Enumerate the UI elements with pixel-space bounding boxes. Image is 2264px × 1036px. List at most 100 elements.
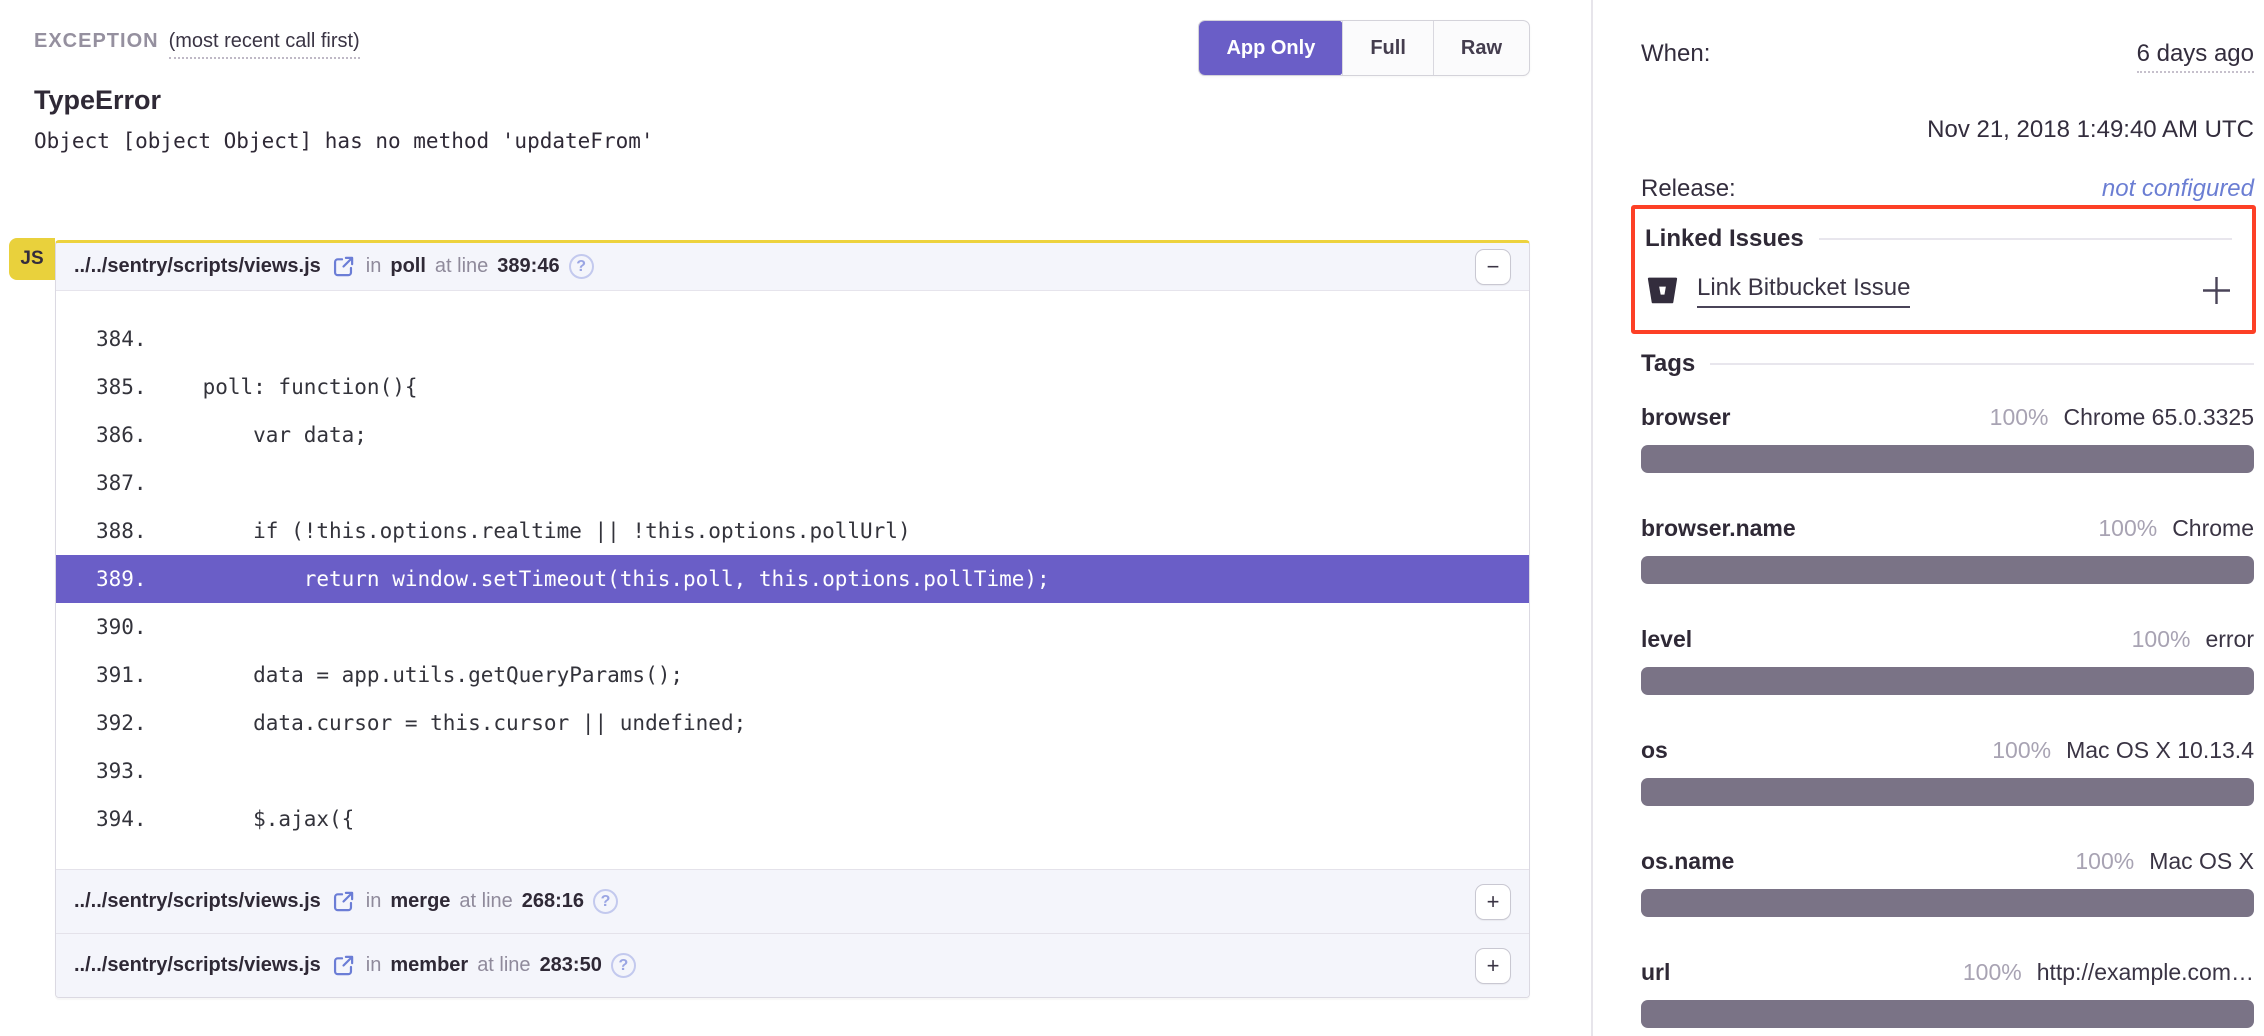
tag-value-group: 100%Mac OS X [2075, 848, 2254, 875]
tag-key: os [1641, 737, 1668, 764]
tag-level: level100%error [1641, 626, 2254, 695]
at-line-label: at line [435, 255, 488, 278]
tag-percent: 100% [1963, 959, 2022, 986]
collapse-frame-button[interactable]: − [1475, 249, 1511, 285]
line-source: poll: function(){ [152, 375, 418, 399]
stack-frame-merge: ../../sentry/scripts/views.js in merge a… [56, 869, 1529, 933]
tag-percent: 100% [1990, 404, 2049, 431]
when-relative-time[interactable]: 6 days ago [2137, 40, 2254, 73]
frame-lineno: 268:16 [522, 890, 584, 913]
tag-key: os.name [1641, 848, 1734, 875]
line-source: if (!this.options.realtime || !this.opti… [152, 519, 911, 543]
stack-frames-container: ../../sentry/scripts/views.js in poll at… [55, 240, 1530, 998]
expand-frame-button[interactable]: + [1475, 948, 1511, 984]
exception-section: EXCEPTION (most recent call first) App O… [34, 20, 1530, 998]
tags-section: Tags browser100%Chrome 65.0.3325browser.… [1641, 350, 2254, 1028]
link-bitbucket-issue-link[interactable]: Link Bitbucket Issue [1697, 274, 1910, 308]
link-bitbucket-row: Link Bitbucket Issue [1645, 273, 2232, 308]
in-label: in [366, 954, 382, 977]
line-number: 386. [96, 423, 152, 447]
tag-head: os 100%Mac OS X 10.13.4 [1641, 737, 2254, 764]
frame-filename-link[interactable]: ../../sentry/scripts/views.js [74, 954, 321, 977]
view-app-only-button[interactable]: App Only [1198, 20, 1343, 76]
code-line: 393. [56, 747, 1529, 795]
tag-value: Mac OS X [2149, 848, 2254, 875]
line-number: 388. [96, 519, 152, 543]
frame-lineno: 283:50 [540, 954, 602, 977]
external-link-icon[interactable] [332, 890, 355, 913]
tag-value: error [2205, 626, 2254, 653]
line-source: var data; [152, 423, 367, 447]
code-line: 387. [56, 459, 1529, 507]
view-raw-button[interactable]: Raw [1433, 21, 1529, 75]
tag-value: Chrome 65.0.3325 [2063, 404, 2254, 431]
line-source: data.cursor = this.cursor || undefined; [152, 711, 746, 735]
tag-percent: 100% [2098, 515, 2157, 542]
release-not-configured-link[interactable]: not configured [2102, 175, 2254, 203]
code-line: 386. var data; [56, 411, 1529, 459]
when-datetime: Nov 21, 2018 1:49:40 AM UTC [1641, 116, 2254, 144]
tag-key: browser [1641, 404, 1730, 431]
external-link-icon[interactable] [332, 255, 355, 278]
frame-function: poll [390, 255, 426, 278]
frame-header: ../../sentry/scripts/views.js in poll at… [56, 243, 1529, 290]
line-number: 385. [96, 375, 152, 399]
stack-frame-poll: ../../sentry/scripts/views.js in poll at… [56, 243, 1529, 869]
linked-issues-heading: Linked Issues [1645, 225, 2232, 253]
tag-head: os.name 100%Mac OS X [1641, 848, 2254, 875]
tag-url: url100%http://example.com… [1641, 959, 2254, 1028]
line-source: return window.setTimeout(this.poll, this… [152, 567, 1050, 591]
code-line: 385. poll: function(){ [56, 363, 1529, 411]
stacktrace: JS ../../sentry/scripts/views.js [55, 240, 1530, 998]
code-line: 394. $.ajax({ [56, 795, 1529, 843]
help-icon[interactable]: ? [611, 953, 636, 978]
code-lines: 384.385. poll: function(){386. var data;… [56, 290, 1529, 869]
line-source: $.ajax({ [152, 807, 354, 831]
at-line-label: at line [477, 954, 530, 977]
stack-frame-member: ../../sentry/scripts/views.js in member … [56, 933, 1529, 997]
tag-distribution-bar [1641, 445, 2254, 473]
help-icon[interactable]: ? [569, 254, 594, 279]
tag-value-group: 100% Chrome 65.0.3325 [1990, 404, 2254, 431]
line-number: 393. [96, 759, 152, 783]
linked-issues-annotation-box: Linked Issues Link Bitbucket Issue [1631, 205, 2256, 334]
frame-lineno: 389:46 [497, 255, 559, 278]
frame-header: ../../sentry/scripts/views.js in member … [56, 933, 1529, 997]
add-linked-issue-icon[interactable] [2201, 275, 2232, 306]
tags-heading: Tags [1641, 350, 2254, 378]
call-order-toggle[interactable]: (most recent call first) [169, 30, 360, 59]
tag-distribution-bar [1641, 778, 2254, 806]
when-row: When: 6 days ago [1641, 40, 2254, 73]
error-message: Object [object Object] has no method 'up… [34, 128, 1530, 154]
line-number: 391. [96, 663, 152, 687]
tag-value-group: 100% error [2132, 626, 2254, 653]
code-line: 388. if (!this.options.realtime || !this… [56, 507, 1529, 555]
line-number: 389. [96, 567, 152, 591]
stacktrace-view-toggle: App Only Full Raw [1198, 20, 1530, 76]
view-full-button[interactable]: Full [1342, 21, 1433, 75]
tag-distribution-bar [1641, 556, 2254, 584]
frame-function: merge [390, 890, 450, 913]
line-number: 392. [96, 711, 152, 735]
line-source: data = app.utils.getQueryParams(); [152, 663, 683, 687]
expand-frame-button[interactable]: + [1475, 884, 1511, 920]
frame-filename-link[interactable]: ../../sentry/scripts/views.js [74, 890, 321, 913]
exception-header-row: EXCEPTION (most recent call first) App O… [34, 20, 1530, 78]
frame-header: ../../sentry/scripts/views.js in merge a… [56, 869, 1529, 933]
tag-browser: browser 100% Chrome 65.0.3325 [1641, 404, 2254, 473]
code-line: 392. data.cursor = this.cursor || undefi… [56, 699, 1529, 747]
line-number: 387. [96, 471, 152, 495]
tag-head: browser 100% Chrome 65.0.3325 [1641, 404, 2254, 431]
code-line-highlighted: 389. return window.setTimeout(this.poll,… [56, 555, 1529, 603]
help-icon[interactable]: ? [593, 889, 618, 914]
tag-head: url100%http://example.com… [1641, 959, 2254, 986]
tag-percent: 100% [1992, 737, 2051, 764]
js-platform-badge: JS [9, 238, 55, 280]
tag-percent: 100% [2132, 626, 2191, 653]
tag-head: level100%error [1641, 626, 2254, 653]
tag-value-group: 100%Chrome [2098, 515, 2254, 542]
external-link-icon[interactable] [332, 954, 355, 977]
in-label: in [366, 890, 382, 913]
frame-filename-link[interactable]: ../../sentry/scripts/views.js [74, 255, 321, 278]
tag-value-group: 100%Mac OS X 10.13.4 [1992, 737, 2254, 764]
